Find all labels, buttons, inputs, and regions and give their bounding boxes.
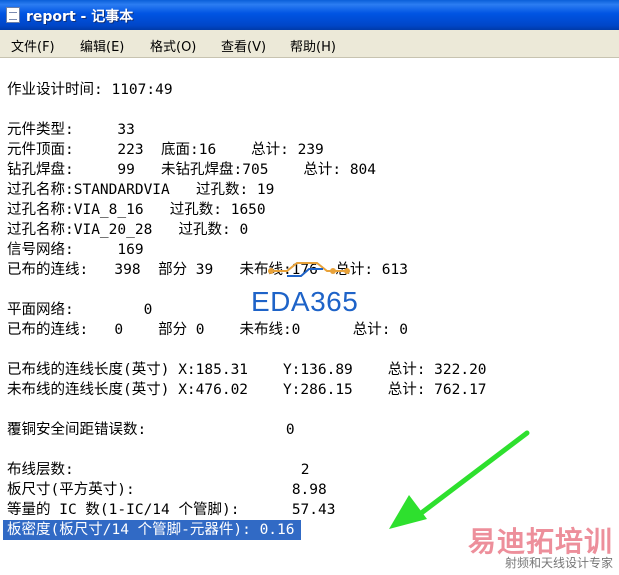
- arrow-annotation-icon: [389, 430, 530, 529]
